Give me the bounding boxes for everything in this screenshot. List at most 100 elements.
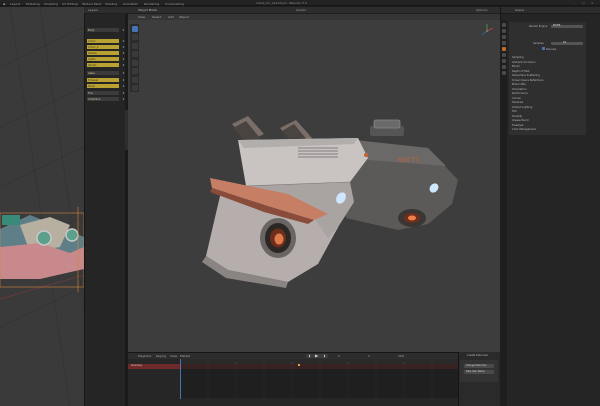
measure-tool-icon[interactable] [131,85,138,91]
menu-select[interactable]: Select [152,15,161,19]
select-tool-icon[interactable] [131,25,138,32]
annotate-tool-icon[interactable] [131,76,138,83]
render-tab-icon[interactable] [501,29,506,33]
modifier-tab-icon[interactable] [501,65,506,69]
layer-row[interactable]: Lights [87,57,119,61]
layer-row[interactable]: Exhaust [87,78,119,82]
menu-modeling[interactable]: Modeling [26,2,40,6]
section-indirect-lighting[interactable]: Indirect Lighting [512,106,532,109]
navigation-gizmo[interactable] [478,22,496,40]
layer-row[interactable]: Glass [87,71,119,75]
overlay-options-label[interactable]: Options [476,9,488,12]
section-film[interactable]: Film [512,110,517,113]
object-tab-icon[interactable] [501,59,506,63]
fake-user-name-button[interactable]: Fake User Name [464,370,494,374]
maximize-icon[interactable]: □ [582,1,588,5]
summary-track[interactable]: Summary [128,364,180,369]
world-tab-icon[interactable] [501,53,506,57]
menu-view[interactable]: View [138,15,145,19]
menu-keying[interactable]: Keying [156,354,166,358]
playhead[interactable] [180,359,181,399]
layer-row[interactable]: Armor_2 [87,45,119,49]
top-menu-bar: ◆ Layout Modeling Sculpting UV Editing T… [0,0,600,6]
section-ambient-occlusion[interactable]: Ambient Occlusion [512,61,535,64]
menu-shading[interactable]: Shading [105,2,117,6]
section-shadows[interactable]: Shadows [512,101,523,104]
left-3d-viewport[interactable] [0,7,84,406]
view-layer-tab-icon[interactable] [501,41,506,45]
frame-start[interactable]: 1 [368,354,370,358]
close-icon[interactable]: × [591,1,597,5]
menu-animation[interactable]: Animation [123,2,138,6]
layer-row[interactable]: Collection [87,97,119,101]
section-volumetrics[interactable]: Volumetrics [512,88,527,91]
output-tab-icon[interactable] [501,35,506,39]
layer-row[interactable]: Decals [87,63,119,67]
keyframe-marker[interactable] [298,364,300,366]
material-tab-icon[interactable] [501,71,506,75]
denoise-label: Denoise [546,47,557,51]
play-icon[interactable] [306,354,328,358]
move-tool-icon[interactable] [131,42,138,49]
scale-tool-icon[interactable] [131,59,138,66]
menu-add[interactable]: Add [168,15,174,19]
section-motion-blur[interactable]: Motion Blur [512,83,526,86]
cursor-tool-icon[interactable] [131,34,138,40]
playback-controls[interactable] [306,354,328,358]
section-sampling[interactable]: Sampling [512,56,524,59]
section-depth-of-field[interactable]: Depth of Field [512,70,529,73]
layer-row[interactable]: Panel [87,84,119,88]
section-performance[interactable]: Performance [512,92,528,95]
timeline-grid [180,364,458,398]
section-simplify[interactable]: Simplify [512,115,522,118]
minimize-icon[interactable]: – [573,1,579,5]
layers-header-label: Layers [88,8,98,12]
svg-text:60X·T3: 60X·T3 [398,157,419,164]
layers-panel: Body Armor Armor_2 Details Lights Decals… [84,14,128,406]
robot-thumbnail [0,215,84,279]
transform-tool-icon[interactable] [131,68,138,74]
layer-row[interactable]: Details [87,51,119,55]
layer-row[interactable]: Body [87,28,119,32]
frame-current[interactable]: 1 [338,354,340,358]
section-freestyle[interactable]: Freestyle [512,124,523,127]
menu-view-timeline[interactable]: View [170,354,177,358]
tool-tab-icon[interactable] [501,23,506,27]
menu-object[interactable]: Object [179,15,189,19]
frame-end[interactable]: 250 [398,354,404,358]
axis-gizmo-icon[interactable] [478,22,496,40]
section-ssr[interactable]: Screen Space Reflections [512,79,544,82]
main-3d-viewport[interactable]: 60X·T3 [128,20,500,352]
rotate-tool-icon[interactable] [131,51,138,57]
properties-tabs [500,20,507,406]
samples-field[interactable]: 64 [551,41,583,45]
layer-row[interactable]: Fins [87,91,119,95]
side-panel-title: Create Fake User [467,354,489,357]
properties-header: Scene [501,7,600,14]
render-engine-field[interactable]: EEVEE [551,24,583,28]
scene-tab-icon[interactable] [501,47,506,51]
layer-row[interactable]: Armor [87,39,119,43]
menu-compositing[interactable]: Compositing [165,2,184,6]
main-mode-label[interactable]: Object Mode [138,9,157,12]
render-engine-label: Render Engine [529,25,548,28]
section-curves[interactable]: Curves [512,97,521,100]
section-bloom[interactable]: Bloom [512,65,520,68]
section-color-management[interactable]: Color Management [512,128,536,131]
denoise-checkbox[interactable] [542,47,545,50]
menu-sculpting[interactable]: Sculpting [44,2,58,6]
menu-uv-editing[interactable]: UV Editing [62,2,78,6]
menu-rendering[interactable]: Rendering [144,2,159,6]
section-grease-pencil[interactable]: Grease Pencil [512,119,529,122]
menu-marker[interactable]: Marker [180,354,190,358]
section-subsurface[interactable]: Subsurface Scattering [512,74,540,77]
menu-layout[interactable]: Layout [10,2,20,6]
menu-playback[interactable]: Playback [138,354,151,358]
menu-texture-paint[interactable]: Texture Paint [82,2,101,6]
timeline-track-area[interactable] [180,364,458,398]
blender-logo-icon[interactable]: ◆ [3,2,5,6]
change-fake-user-button[interactable]: Change Fake User [464,364,494,368]
shading-label[interactable]: Global [296,9,306,12]
samples-label: Samples [533,42,544,45]
left-viewport-scene [0,7,84,406]
